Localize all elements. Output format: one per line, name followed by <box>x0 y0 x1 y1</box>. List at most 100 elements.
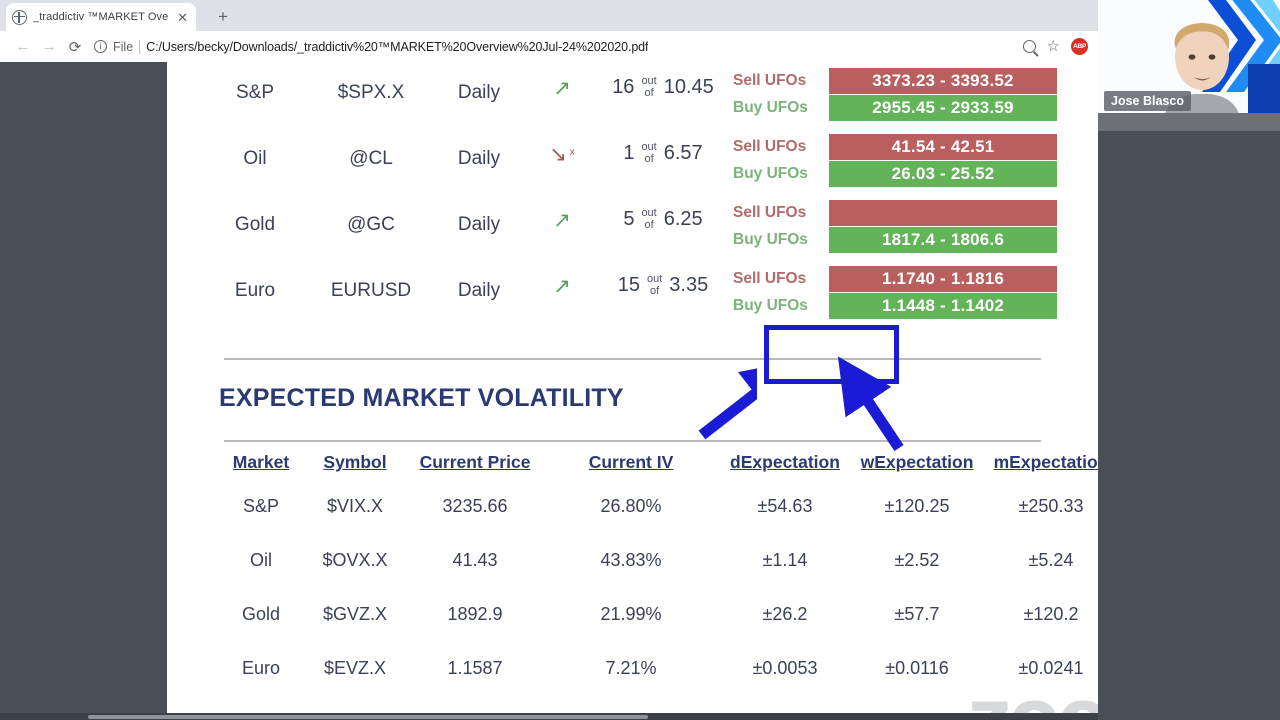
divider <box>139 39 141 54</box>
signal-timeframe: Daily <box>457 82 501 103</box>
buy-ufos-line: Buy UFOs 1817.4 - 1806.6 <box>733 227 1057 253</box>
screen: _traddictiv ™MARKET Overview ✕ + ← → ⟳ i… <box>0 0 1280 720</box>
buy-ufos-line: Buy UFOs 1.1448 - 1.1402 <box>733 293 1057 319</box>
signal-trend: ↗ <box>527 78 597 100</box>
pdf-viewer[interactable]: S&P $SPX.X Daily ↗ 16 out of 10.45 Sell UFOs 3373… <box>0 62 1098 713</box>
buy-ufos-label: Buy UFOs <box>733 231 808 248</box>
participant-video-tile[interactable]: Jose Blasco <box>1098 0 1280 131</box>
volatility-cell: 3235.66 <box>442 496 508 516</box>
volatility-cell: 1892.9 <box>447 604 503 624</box>
signal-symbol: @CL <box>349 148 393 169</box>
address-bar[interactable]: i File C:/Users/becky/Downloads/_traddic… <box>94 34 1015 59</box>
annotation-arrow-right <box>837 356 904 452</box>
new-tab-button[interactable]: + <box>212 6 234 28</box>
signal-score-value: 10.45 <box>663 76 714 99</box>
browser-chrome: _traddictiv ™MARKET Overview ✕ + ← → ⟳ i… <box>0 0 1098 62</box>
volatility-cell: $OVX.X <box>322 550 388 570</box>
signal-score-number: 16 <box>612 76 635 99</box>
signal-score: 5 out of 6.25 <box>599 207 727 231</box>
search-icon[interactable] <box>1022 40 1036 53</box>
sell-ufos-range: 41.54 - 42.51 <box>829 134 1057 160</box>
buy-ufos-range: 26.03 - 25.52 <box>829 161 1057 187</box>
bookmark-star-icon[interactable]: ☆ <box>1047 39 1060 54</box>
volatility-cell: ±120.2 <box>1023 604 1079 624</box>
signal-market: S&P <box>235 82 275 103</box>
sell-ufos-label: Sell UFOs <box>733 72 807 89</box>
browser-tab[interactable]: _traddictiv ™MARKET Overview ✕ <box>6 3 196 31</box>
signal-ufos: Sell UFOs Buy UFOs 1817.4 - 1806.6 <box>733 200 1057 254</box>
url-text: C:/Users/becky/Downloads/_traddictiv%20™… <box>146 39 649 54</box>
buy-ufos-label: Buy UFOs <box>733 297 808 314</box>
volatility-row: Oil $OVX.X 41.43 43.83% ±1.14 ±2.52 ±5.24 <box>167 542 1098 596</box>
back-button[interactable]: ← <box>10 34 36 60</box>
sell-ufos-line: Sell UFOs 41.54 - 42.51 <box>733 134 1057 160</box>
toolbar-icons: ☆ <box>1015 38 1088 55</box>
signal-score-number: 1 <box>623 142 635 165</box>
horizontal-scrollbar[interactable] <box>88 715 648 719</box>
forward-button[interactable]: → <box>36 34 62 60</box>
close-icon[interactable]: ✕ <box>175 11 190 24</box>
pdf-page: S&P $SPX.X Daily ↗ 16 out of 10.45 Sell UFOs 3373… <box>167 62 1098 713</box>
signal-out-of-label: out of <box>641 141 657 165</box>
volatility-cell: 26.80% <box>600 496 662 516</box>
browser-toolbar: ← → ⟳ i File C:/Users/becky/Downloads/_t… <box>0 31 1098 62</box>
volatility-cell: $EVZ.X <box>323 658 387 678</box>
volatility-cell: 21.99% <box>600 604 662 624</box>
trend-up-icon: ↗ <box>553 275 571 298</box>
info-icon[interactable]: i <box>94 40 107 53</box>
volatility-cell: 7.21% <box>605 658 657 678</box>
signal-symbol: @GC <box>347 214 395 235</box>
volatility-cell: 43.83% <box>600 550 662 570</box>
sell-ufos-range <box>829 200 1057 226</box>
tab-strip: _traddictiv ™MARKET Overview ✕ + <box>0 0 1098 31</box>
sell-ufos-label: Sell UFOs <box>733 270 807 287</box>
sell-ufos-range: 1.1740 - 1.1816 <box>829 266 1057 292</box>
sell-ufos-line: Sell UFOs 1.1740 - 1.1816 <box>733 266 1057 292</box>
sell-ufos-label: Sell UFOs <box>733 204 807 221</box>
volatility-column-header: mExpectation <box>993 452 1098 472</box>
market-signals-table: S&P $SPX.X Daily ↗ 16 out of 10.45 Sell UFOs 3373… <box>167 62 1098 326</box>
globe-icon <box>12 9 27 25</box>
volatility-cell: Euro <box>241 658 281 678</box>
volatility-cell: ±250.33 <box>1018 496 1084 516</box>
signal-score-number: 5 <box>623 208 635 231</box>
trend-up-icon: ↗ <box>553 77 571 100</box>
signal-market: Euro <box>234 280 276 301</box>
tab-title: _traddictiv ™MARKET Overview <box>33 11 169 23</box>
signal-out-of-label: out of <box>647 273 663 297</box>
trend-up-icon: ↗ <box>553 209 571 232</box>
signal-trend: ↘ x <box>527 144 597 166</box>
signal-timeframe: Daily <box>457 214 501 235</box>
signal-score-value: 6.57 <box>663 142 703 165</box>
scheme-label: File <box>113 39 134 54</box>
signal-ufos: Sell UFOs 3373.23 - 3393.52 Buy UFOs 2955.4… <box>733 68 1057 122</box>
signal-out-of-label: out of <box>641 207 657 231</box>
adblock-extension-icon[interactable] <box>1071 38 1088 55</box>
video-frame <box>1146 0 1280 131</box>
signal-trend: ↗ <box>527 276 597 298</box>
volatility-cell: $VIX.X <box>326 496 384 516</box>
expected-volatility-table: Market Symbol Current Price Current IV dExpe… <box>167 452 1098 704</box>
buy-ufos-line: Buy UFOs 26.03 - 25.52 <box>733 161 1057 187</box>
signal-row: Gold @GC Daily ↗ 5 out of 6.25 Sell UFOs Buy UFOs… <box>167 194 1098 260</box>
signal-score-value: 6.25 <box>663 208 703 231</box>
volatility-cell: Oil <box>250 550 272 570</box>
signal-ufos: Sell UFOs 41.54 - 42.51 Buy UFOs 26.03 - 25… <box>733 134 1057 188</box>
volatility-cell: S&P <box>242 496 280 516</box>
signal-symbol: $SPX.X <box>337 82 405 103</box>
signal-symbol: EURUSD <box>330 280 412 301</box>
trend-down-icon: ↘ <box>549 143 567 166</box>
volatility-cell: 41.43 <box>452 550 498 570</box>
signal-score: 16 out of 10.45 <box>599 75 727 99</box>
signal-out-of-label: out of <box>641 75 657 99</box>
buy-ufos-label: Buy UFOs <box>733 165 808 182</box>
volatility-column-header: Symbol <box>323 452 387 472</box>
volatility-cell: 1.1587 <box>447 658 503 678</box>
sell-ufos-range: 3373.23 - 3393.52 <box>829 68 1057 94</box>
volatility-column-header: Current Price <box>419 452 531 472</box>
buy-ufos-range: 1817.4 - 1806.6 <box>829 227 1057 253</box>
buy-ufos-line: Buy UFOs 2955.45 - 2933.59 <box>733 95 1057 121</box>
annotation-arrow-left <box>698 360 757 440</box>
reload-button[interactable]: ⟳ <box>62 34 88 60</box>
volatility-cell: ±5.24 <box>1028 550 1074 570</box>
